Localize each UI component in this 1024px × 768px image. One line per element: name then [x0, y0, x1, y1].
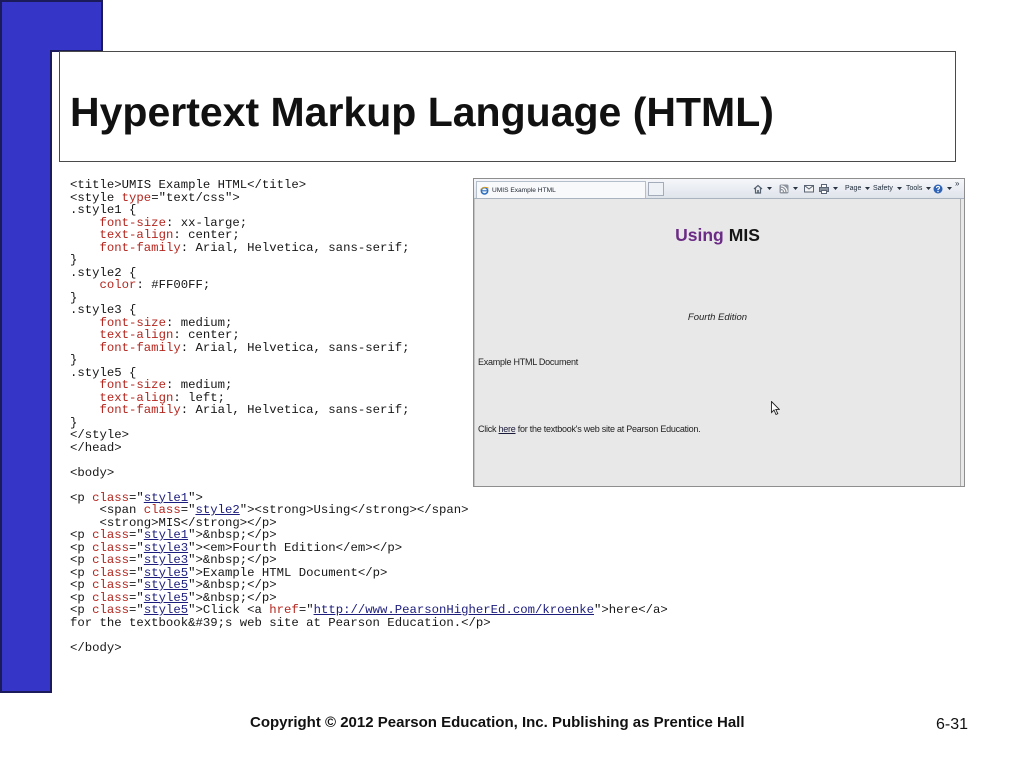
toolbar-overflow-button[interactable]: »: [955, 179, 959, 188]
dropdown-arrow-icon: [896, 187, 902, 190]
help-icon: [933, 184, 943, 194]
tools-menu[interactable]: Tools: [906, 183, 932, 194]
click-prefix: Click: [478, 424, 499, 434]
dropdown-arrow-icon[interactable]: [767, 187, 772, 190]
page-subtitle: Fourth Edition: [687, 312, 748, 323]
dropdown-arrow-icon: [926, 187, 932, 190]
code-line: for the textbook&#39;s web site at Pears…: [70, 615, 668, 630]
page-heading: Using MIS: [474, 225, 961, 245]
code-token: <body>: [70, 465, 115, 480]
browser-tab[interactable]: UMIS Example HTML: [476, 181, 646, 198]
code-token: : Arial, Helvetica, sans-serif;: [180, 240, 410, 255]
browser-screenshot: UMIS Example HTML Page Safety Tools » Us…: [473, 178, 965, 487]
code-line: </body>: [70, 640, 668, 655]
feeds-icon: [779, 184, 789, 194]
print-icon: [819, 183, 829, 194]
click-suffix: for the textbook's web site at Pearson E…: [515, 424, 701, 434]
code-token: ">here</a>: [594, 603, 668, 617]
code-token: for the textbook&#39;s web site at Pears…: [70, 615, 491, 630]
page-paragraph: Example HTML Document: [478, 357, 578, 367]
mouse-cursor-icon: [771, 401, 780, 415]
dropdown-arrow-icon: [865, 187, 871, 190]
code-token: : Arial, Helvetica, sans-serif;: [180, 403, 410, 417]
dropdown-arrow-icon[interactable]: [833, 187, 838, 190]
code-token: font-family: [99, 403, 181, 417]
code-token: color: [99, 278, 137, 292]
code-token: : #FF00FF;: [136, 278, 211, 292]
page-menu-label: Page: [845, 185, 862, 192]
ie-icon: [480, 186, 489, 195]
page-link-line: Click here for the textbook's web site a…: [478, 424, 701, 435]
home-icon: [753, 184, 763, 194]
browser-page-content: Using MIS Fourth Edition Example HTML Doc…: [474, 199, 964, 486]
tools-menu-label: Tools: [906, 185, 923, 192]
code-token: font-family: [99, 340, 181, 355]
code-token: ="text/css">: [151, 190, 240, 205]
code-token: font-family: [99, 240, 181, 255]
heading-using: Using: [675, 225, 724, 245]
slide-title: Hypertext Markup Language (HTML): [70, 89, 774, 135]
title-box: Hypertext Markup Language (HTML): [59, 51, 956, 162]
safety-menu-label: Safety: [873, 185, 893, 192]
mail-button[interactable]: [804, 183, 814, 194]
new-tab-button[interactable]: [648, 182, 664, 196]
mail-icon: [804, 184, 814, 193]
page-menu[interactable]: Page: [845, 183, 871, 194]
copyright-footer: Copyright © 2012 Pearson Education, Inc.…: [250, 714, 745, 731]
feeds-button[interactable]: [779, 183, 798, 194]
dropdown-arrow-icon[interactable]: [947, 187, 952, 190]
code-token: </head>: [70, 440, 122, 455]
browser-toolbar: UMIS Example HTML Page Safety Tools »: [474, 179, 964, 199]
home-button[interactable]: [753, 183, 772, 194]
help-button[interactable]: [933, 183, 952, 194]
here-link[interactable]: here: [499, 424, 516, 434]
heading-mis: MIS: [728, 225, 760, 245]
code-token: </body>: [70, 640, 122, 655]
safety-menu[interactable]: Safety: [873, 183, 902, 194]
code-token: : Arial, Helvetica, sans-serif;: [180, 340, 410, 355]
tab-title: UMIS Example HTML: [492, 186, 556, 194]
print-button[interactable]: [819, 183, 838, 194]
page-number: 6-31: [936, 716, 969, 733]
dropdown-arrow-icon[interactable]: [793, 187, 798, 190]
